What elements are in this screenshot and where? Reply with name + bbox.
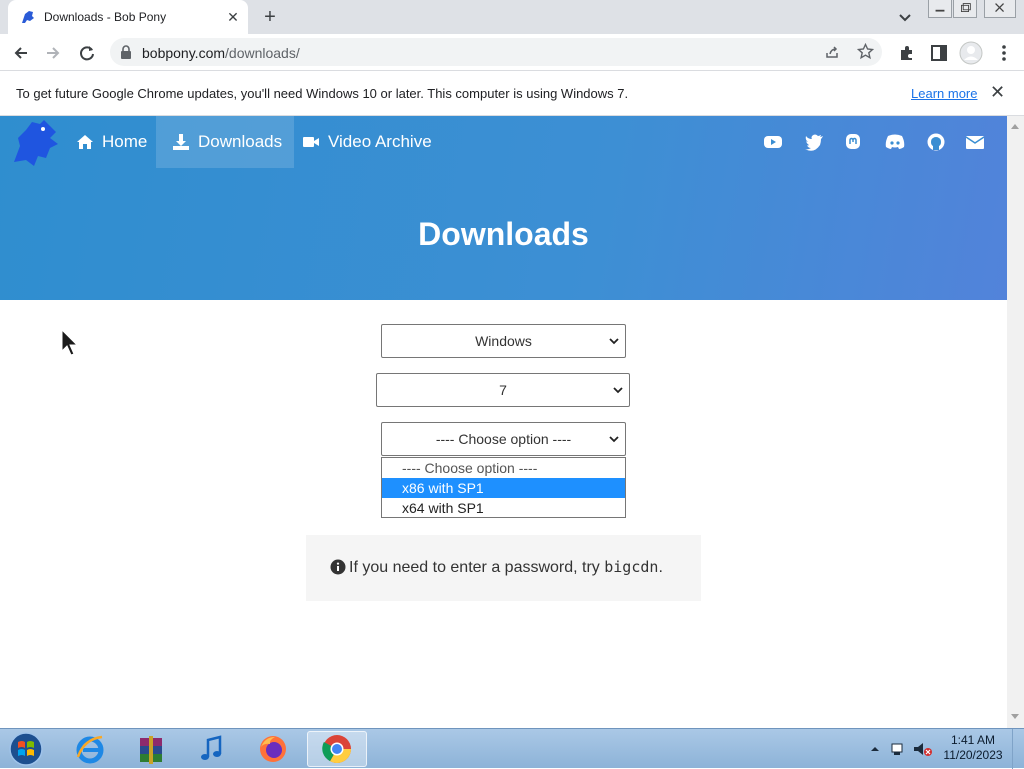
- extensions-icon[interactable]: [896, 42, 918, 64]
- taskbar-clock[interactable]: 1:41 AM 11/20/2023: [940, 733, 1006, 763]
- option-select[interactable]: ---- Choose option ----: [381, 422, 626, 456]
- dropdown-option[interactable]: x64 with SP1: [382, 498, 625, 518]
- winrar-icon: [140, 736, 162, 764]
- video-icon: [303, 137, 319, 147]
- lock-icon[interactable]: [120, 45, 132, 59]
- page-scrollbar[interactable]: [1007, 116, 1024, 728]
- taskbar-firefox[interactable]: [245, 731, 301, 767]
- show-desktop-button[interactable]: [1012, 729, 1024, 769]
- chevron-down-icon: [609, 436, 619, 443]
- clock-date: 11/20/2023: [943, 748, 1003, 762]
- version-select-value: 7: [499, 382, 507, 398]
- tab-close-icon[interactable]: ✕: [224, 8, 242, 26]
- itunes-icon: [201, 735, 222, 760]
- infobar-close-icon[interactable]: ✕: [990, 82, 1005, 103]
- browser-tab[interactable]: Downloads - Bob Pony ✕: [8, 0, 248, 34]
- nav-downloads[interactable]: Downloads: [156, 116, 295, 168]
- scroll-up-icon[interactable]: [1011, 124, 1019, 129]
- option-select-value: ---- Choose option ----: [435, 431, 572, 447]
- scroll-down-icon[interactable]: [1011, 714, 1019, 719]
- download-icon: [173, 134, 189, 150]
- browser-toolbar: bobpony.com/downloads/: [0, 34, 1024, 71]
- dropdown-option[interactable]: x86 with SP1: [382, 478, 625, 498]
- bobpony-logo-icon[interactable]: [10, 118, 62, 168]
- notice-password: bigcdn: [604, 558, 659, 576]
- youtube-icon[interactable]: [763, 133, 783, 151]
- url-text[interactable]: bobpony.com/downloads/: [142, 45, 300, 61]
- restore-window-button[interactable]: [953, 0, 977, 18]
- chevron-down-icon: [609, 338, 619, 345]
- nav-home[interactable]: Home: [64, 116, 159, 168]
- taskbar-itunes[interactable]: [184, 731, 240, 767]
- bobpony-favicon-icon: [22, 11, 34, 23]
- taskbar-chrome[interactable]: [307, 731, 367, 767]
- back-icon[interactable]: [10, 42, 32, 64]
- url-host: bobpony.com: [142, 45, 226, 61]
- version-select[interactable]: 7: [376, 373, 630, 407]
- notice-message: If you need to enter a password, try: [349, 559, 605, 576]
- menu-kebab-icon[interactable]: [993, 42, 1015, 64]
- url-path: /downloads/: [225, 45, 300, 61]
- windows-taskbar: 1:41 AM 11/20/2023: [0, 728, 1024, 769]
- update-infobar: To get future Google Chrome updates, you…: [0, 71, 1024, 116]
- mastodon-icon[interactable]: [843, 133, 863, 151]
- system-tray: [871, 743, 932, 756]
- tab-title: Downloads - Bob Pony: [44, 10, 167, 24]
- infobar-message: To get future Google Chrome updates, you…: [16, 86, 629, 101]
- address-bar[interactable]: bobpony.com/downloads/: [110, 38, 882, 66]
- site-navbar: Home Downloads Video Archive: [0, 116, 1007, 168]
- side-panel-icon[interactable]: [928, 42, 950, 64]
- bookmark-star-icon[interactable]: [857, 43, 874, 60]
- nav-home-label: Home: [102, 132, 148, 151]
- start-button-icon[interactable]: [6, 731, 46, 767]
- internet-explorer-icon: [76, 735, 104, 764]
- reload-icon[interactable]: [76, 42, 98, 64]
- nav-video-archive[interactable]: Video Archive: [290, 116, 444, 168]
- notice-text: If you need to enter a password, try big…: [349, 558, 663, 577]
- notice-suffix: .: [658, 559, 663, 576]
- taskbar-winrar[interactable]: [123, 731, 179, 767]
- mouse-cursor-icon: [61, 329, 79, 356]
- taskbar-internet-explorer[interactable]: [62, 731, 118, 767]
- discord-icon[interactable]: [884, 133, 906, 151]
- info-icon: [330, 559, 346, 575]
- tab-strip: Downloads - Bob Pony ✕ +: [0, 0, 1024, 34]
- tab-search-chevron-icon[interactable]: [894, 8, 916, 26]
- new-tab-icon[interactable]: +: [258, 6, 282, 28]
- chevron-down-icon: [613, 387, 623, 394]
- network-icon[interactable]: [891, 743, 903, 753]
- forward-icon[interactable]: [42, 42, 64, 64]
- learn-more-link[interactable]: Learn more: [911, 86, 977, 101]
- os-select[interactable]: Windows: [381, 324, 626, 358]
- profile-avatar-icon[interactable]: [959, 41, 983, 65]
- os-select-value: Windows: [475, 333, 532, 349]
- option-dropdown-list: ---- Choose option ---- x86 with SP1 x64…: [381, 457, 626, 518]
- email-icon[interactable]: [965, 133, 985, 151]
- tray-expand-icon[interactable]: [871, 747, 879, 751]
- page-title: Downloads: [418, 216, 589, 252]
- dropdown-option[interactable]: ---- Choose option ----: [382, 458, 625, 478]
- hero-banner: Home Downloads Video Archive Downloads: [0, 116, 1007, 300]
- chrome-icon: [322, 735, 351, 763]
- share-icon[interactable]: [824, 44, 840, 60]
- minimize-window-button[interactable]: [928, 0, 952, 18]
- close-window-button[interactable]: [984, 0, 1016, 18]
- web-page: Home Downloads Video Archive Downloads W…: [0, 116, 1007, 728]
- password-notice: If you need to enter a password, try big…: [306, 535, 701, 601]
- volume-muted-icon[interactable]: [914, 743, 923, 755]
- clock-time: 1:41 AM: [950, 733, 996, 747]
- nav-downloads-label: Downloads: [198, 132, 283, 151]
- twitter-icon[interactable]: [804, 133, 824, 151]
- github-icon[interactable]: [926, 133, 946, 151]
- home-icon: [77, 135, 93, 149]
- firefox-icon: [260, 736, 286, 762]
- nav-video-archive-label: Video Archive: [328, 132, 432, 151]
